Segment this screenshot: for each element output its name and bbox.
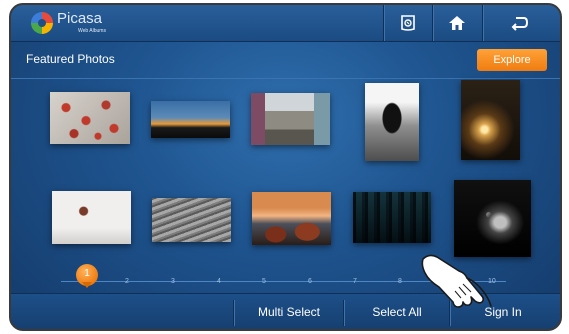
top-bar: Picasa Web Albums: [11, 5, 560, 42]
multi-select-button[interactable]: Multi Select: [237, 294, 341, 329]
back-button[interactable]: [497, 5, 541, 41]
city-sunset-skyline-photo[interactable]: [151, 101, 230, 138]
home-icon: [449, 16, 465, 30]
app-window: Picasa Web Albums Featured Photos Explor…: [9, 3, 562, 331]
section-title: Featured Photos: [26, 52, 115, 66]
toolbar-divider: [432, 5, 433, 41]
page-number[interactable]: 2: [125, 278, 129, 285]
home-button[interactable]: [435, 5, 479, 41]
page-number[interactable]: 6: [308, 278, 312, 285]
pointing-hand-icon: [421, 254, 492, 308]
app-name: Picasa: [57, 10, 103, 27]
picasa-logo-icon: [31, 12, 53, 34]
page-number[interactable]: 7: [353, 278, 357, 285]
bottom-bar-divider: [233, 300, 234, 326]
page-number[interactable]: 3: [171, 278, 175, 285]
misty-forest-photo[interactable]: [353, 192, 431, 243]
page-number[interactable]: 4: [217, 278, 221, 285]
balloon-fog-photo[interactable]: [52, 191, 131, 244]
back-icon: [511, 17, 529, 31]
app-subtitle: Web Albums: [78, 28, 106, 34]
bottom-bar-divider: [343, 300, 344, 326]
bird-flock-photo[interactable]: [152, 198, 231, 242]
rocky-shore-sunset-photo[interactable]: [252, 192, 331, 245]
phone-app-button[interactable]: [386, 5, 430, 41]
explore-button[interactable]: Explore: [477, 49, 547, 71]
penguin-on-rocks-photo[interactable]: [365, 83, 419, 161]
street-scene-photo[interactable]: [251, 93, 330, 145]
page-number[interactable]: 8: [398, 278, 402, 285]
page-number[interactable]: 5: [262, 278, 266, 285]
slider-knob-pointer: [82, 282, 92, 288]
phone-app-icon: [401, 15, 415, 31]
lamp-glow-dark-photo[interactable]: [461, 80, 520, 160]
toolbar-divider: [383, 5, 384, 41]
red-berries-photo[interactable]: [50, 92, 130, 144]
toolbar-divider: [482, 5, 483, 41]
black-cat-photo[interactable]: [454, 180, 531, 257]
section-divider: [11, 78, 560, 79]
